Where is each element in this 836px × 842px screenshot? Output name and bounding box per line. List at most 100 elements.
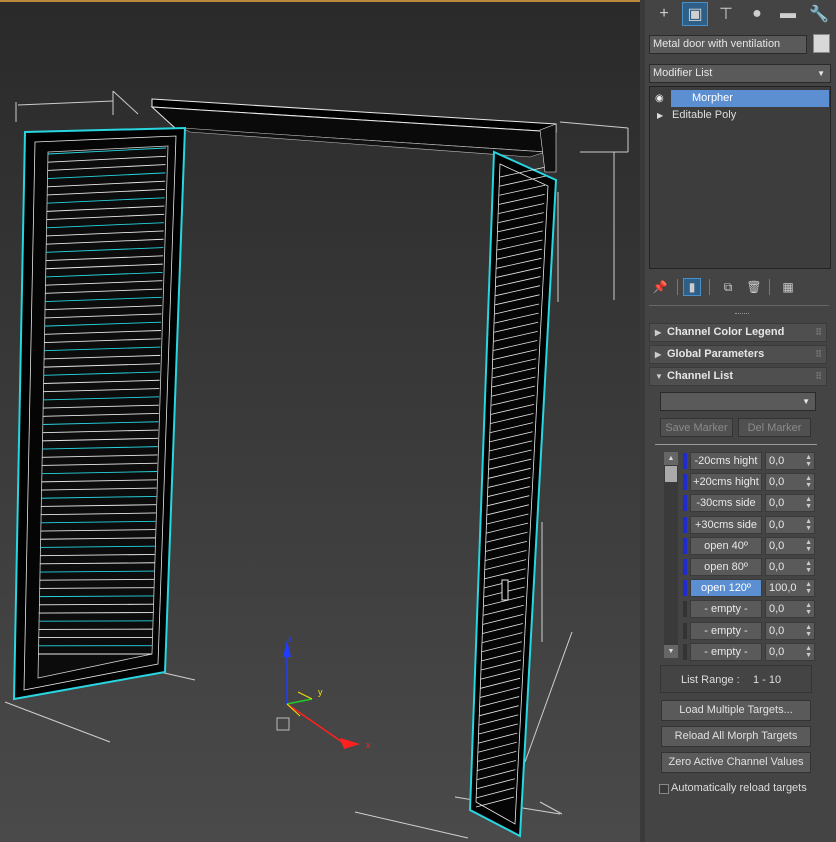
- spinner-arrows-icon[interactable]: ▲ ▼: [805, 560, 812, 574]
- channel-value-spinner[interactable]: 0,0 ▲ ▼: [765, 473, 815, 492]
- spinner-arrows-icon[interactable]: ▲ ▼: [805, 624, 812, 638]
- show-end-result-icon[interactable]: ▮: [683, 278, 701, 296]
- utilities-tab-icon[interactable]: 🔧: [806, 2, 832, 26]
- reload-all-morph-targets-button[interactable]: Reload All Morph Targets: [661, 726, 811, 747]
- channel-name-button[interactable]: +20cms hight: [690, 473, 762, 492]
- spinner-arrows-icon[interactable]: ▲ ▼: [805, 475, 812, 489]
- channel-row[interactable]: +30cms side 0,0 ▲ ▼: [683, 515, 818, 534]
- scroll-down-icon[interactable]: ▼: [664, 645, 678, 658]
- expand-arrow-icon[interactable]: ▶: [657, 107, 663, 124]
- panel-grip: [735, 313, 749, 317]
- channel-value: 0,0: [769, 603, 785, 616]
- channel-name-button[interactable]: -20cms hight: [690, 452, 762, 470]
- channel-name-button[interactable]: - empty -: [690, 642, 762, 661]
- modify-tab-icon[interactable]: ▣: [682, 2, 708, 26]
- channel-color-indicator: [683, 495, 687, 512]
- channel-color-indicator: [683, 601, 687, 618]
- transform-gizmo[interactable]: z y x: [276, 634, 371, 750]
- motion-tab-icon[interactable]: ●: [744, 2, 770, 26]
- channel-value-spinner[interactable]: 0,0 ▲ ▼: [765, 600, 815, 619]
- spinner-arrows-icon[interactable]: ▲ ▼: [805, 496, 812, 510]
- channel-value: 0,0: [769, 455, 785, 467]
- divider: [649, 305, 829, 306]
- remove-modifier-icon[interactable]: 🗑: [745, 278, 763, 296]
- rollout-channel-list[interactable]: ▼ Channel List ⠿: [649, 367, 827, 386]
- channel-value-spinner[interactable]: 0,0 ▲ ▼: [765, 452, 815, 470]
- zero-active-channel-values-button[interactable]: Zero Active Channel Values: [661, 752, 811, 773]
- scroll-thumb[interactable]: [665, 466, 677, 482]
- stack-item-morpher[interactable]: ◉ Morpher: [651, 90, 829, 107]
- save-marker-button[interactable]: Save Marker: [660, 418, 733, 437]
- object-name-field[interactable]: Metal door with ventilation: [649, 35, 807, 54]
- channel-color-indicator: [683, 580, 687, 597]
- auto-reload-checkbox[interactable]: [659, 784, 669, 794]
- channel-row[interactable]: - empty - 0,0 ▲ ▼: [683, 600, 818, 619]
- eye-icon[interactable]: ◉: [655, 90, 664, 107]
- spinner-arrows-icon[interactable]: ▲ ▼: [805, 645, 812, 659]
- channel-value-spinner[interactable]: 100,0 ▲ ▼: [765, 579, 815, 598]
- create-tab-icon[interactable]: +: [651, 2, 677, 26]
- viewport-perspective[interactable]: z y x: [0, 0, 640, 842]
- object-color-swatch[interactable]: [813, 34, 830, 53]
- channel-row[interactable]: -30cms side 0,0 ▲ ▼: [683, 494, 818, 513]
- channel-row[interactable]: open 80º 0,0 ▲ ▼: [683, 558, 818, 576]
- load-multiple-targets-button[interactable]: Load Multiple Targets...: [661, 700, 811, 721]
- channel-value: 0,0: [769, 645, 785, 658]
- channel-value-spinner[interactable]: 0,0 ▲ ▼: [765, 621, 815, 640]
- channel-name-button[interactable]: open 80º: [690, 558, 762, 576]
- chevron-down-icon: ▼: [802, 397, 810, 406]
- channel-name-button[interactable]: +30cms side: [690, 515, 762, 534]
- pin-stack-icon[interactable]: 📌: [651, 278, 669, 296]
- channel-scrollbar[interactable]: ▲ ▼: [664, 452, 678, 658]
- channel-row[interactable]: +20cms hight 0,0 ▲ ▼: [683, 473, 818, 492]
- rollout-title: Global Parameters: [667, 348, 765, 360]
- channel-value: 0,0: [769, 624, 785, 637]
- spinner-arrows-icon[interactable]: ▲ ▼: [805, 518, 812, 532]
- door-handle: [501, 579, 509, 601]
- channel-value-spinner[interactable]: 0,0 ▲ ▼: [765, 558, 815, 576]
- channel-value: 0,0: [769, 518, 785, 531]
- marker-dropdown[interactable]: ▼: [660, 392, 816, 411]
- channel-name-button[interactable]: - empty -: [690, 621, 762, 640]
- channel-value-spinner[interactable]: 0,0 ▲ ▼: [765, 515, 815, 534]
- display-tab-icon[interactable]: ▬: [775, 2, 801, 26]
- channel-row[interactable]: open 120º 100,0 ▲ ▼: [683, 579, 818, 598]
- channel-value-spinner[interactable]: 0,0 ▲ ▼: [765, 642, 815, 661]
- axis-label-y: y: [318, 687, 323, 697]
- rollout-title: Channel Color Legend: [667, 326, 785, 338]
- channel-color-indicator: [683, 622, 687, 639]
- channel-name-button[interactable]: - empty -: [690, 600, 762, 619]
- spinner-arrows-icon[interactable]: ▲ ▼: [805, 602, 812, 616]
- channel-row[interactable]: open 40º 0,0 ▲ ▼: [683, 536, 818, 555]
- hierarchy-tab-icon[interactable]: ⊤: [713, 2, 739, 26]
- channel-name-button[interactable]: open 40º: [690, 536, 762, 555]
- channel-name-button[interactable]: open 120º: [690, 579, 762, 598]
- channel-value-spinner[interactable]: 0,0 ▲ ▼: [765, 494, 815, 513]
- configure-modifier-sets-icon[interactable]: ▦: [779, 278, 797, 296]
- channel-name-button[interactable]: -30cms side: [690, 494, 762, 513]
- channel-row[interactable]: - empty - 0,0 ▲ ▼: [683, 642, 818, 661]
- channel-color-indicator: [683, 516, 687, 533]
- rollout-channel-color-legend[interactable]: ▶ Channel Color Legend ⠿: [649, 323, 827, 342]
- spinner-arrows-icon[interactable]: ▲ ▼: [805, 454, 812, 468]
- channel-row[interactable]: - empty - 0,0 ▲ ▼: [683, 621, 818, 640]
- channel-color-indicator: [683, 474, 687, 491]
- modifier-list-dropdown[interactable]: Modifier List ▼: [649, 64, 831, 83]
- spinner-arrows-icon[interactable]: ▲ ▼: [805, 581, 812, 595]
- stack-item-editable-poly[interactable]: ▶ Editable Poly: [651, 107, 829, 124]
- command-panel: + ▣ ⊤ ● ▬ 🔧 Metal door with ventilation …: [640, 0, 836, 842]
- list-range-box: List Range : 1 - 10: [660, 665, 812, 693]
- channel-value: 100,0: [769, 582, 797, 595]
- del-marker-button[interactable]: Del Marker: [738, 418, 811, 437]
- spinner-arrows-icon[interactable]: ▲ ▼: [805, 539, 812, 553]
- rollout-global-parameters[interactable]: ▶ Global Parameters ⠿: [649, 345, 827, 364]
- channel-value: 0,0: [769, 539, 785, 552]
- make-unique-icon[interactable]: ⧉: [719, 278, 737, 296]
- grip-icon: ⠿: [815, 349, 822, 359]
- axis-label-x: x: [366, 740, 371, 750]
- channel-value-spinner[interactable]: 0,0 ▲ ▼: [765, 536, 815, 555]
- scroll-up-icon[interactable]: ▲: [664, 452, 678, 465]
- channel-row[interactable]: -20cms hight 0,0 ▲ ▼: [683, 452, 818, 470]
- channel-color-indicator: [683, 537, 687, 554]
- modifier-stack[interactable]: ◉ Morpher ▶ Editable Poly: [649, 86, 831, 269]
